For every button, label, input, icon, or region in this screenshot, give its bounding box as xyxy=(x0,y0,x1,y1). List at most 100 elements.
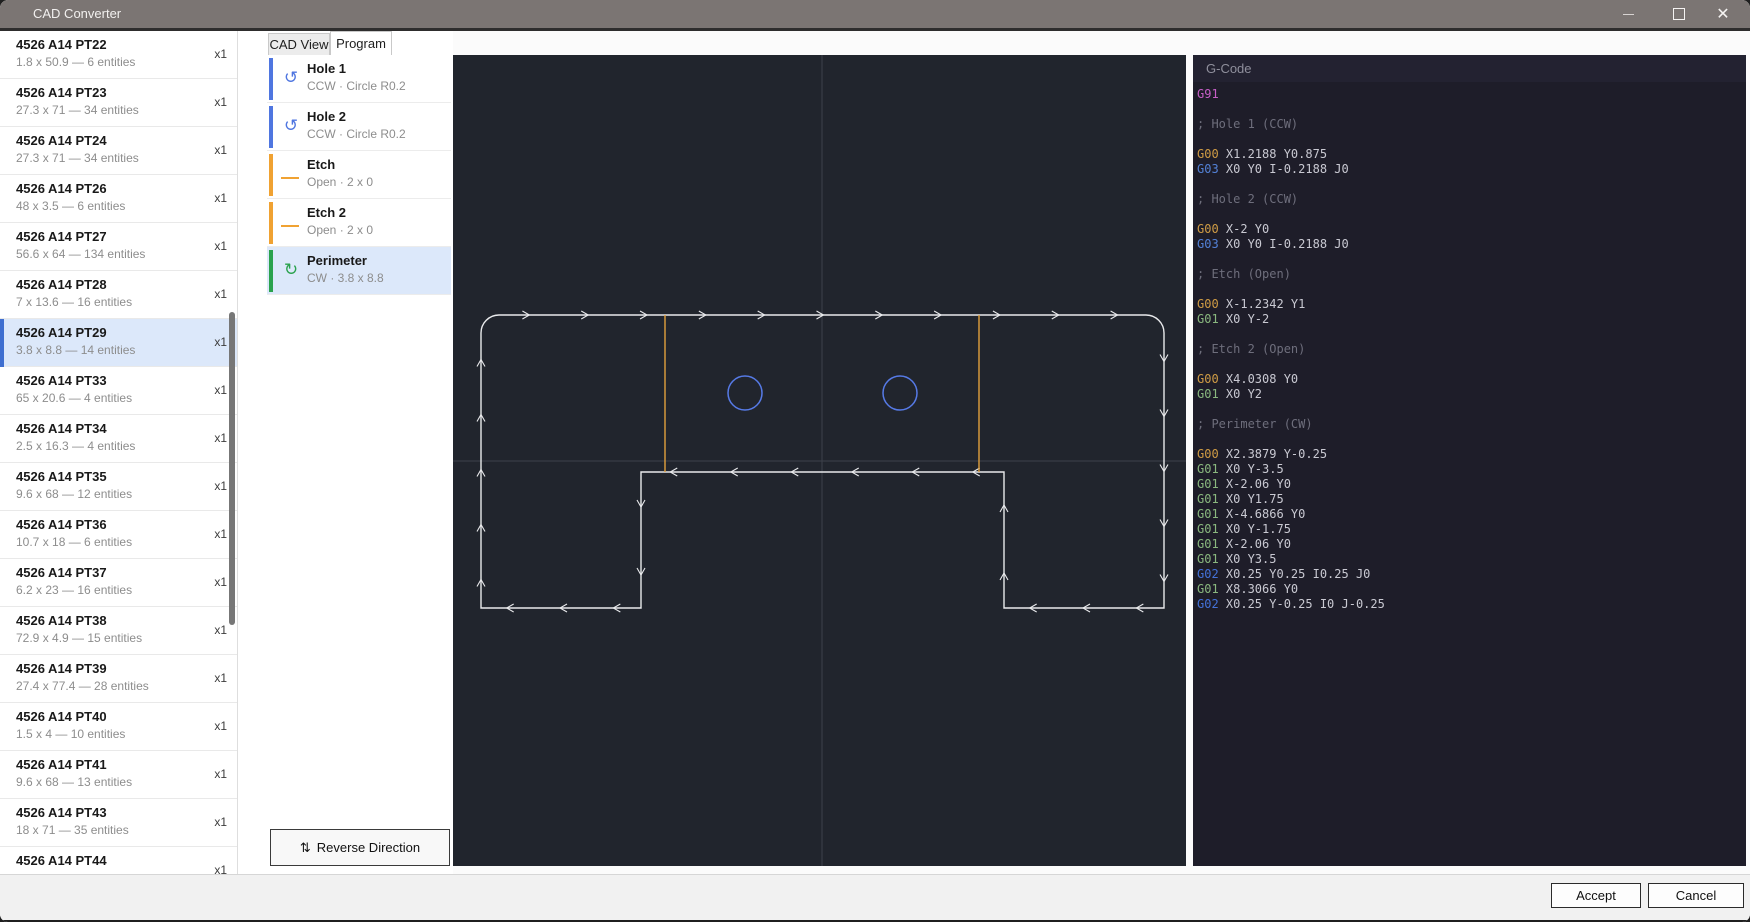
part-dims: 10.7 x 18 — 6 entities xyxy=(16,535,132,549)
gcode-panel-title: G-Code xyxy=(1193,55,1746,82)
part-list-item[interactable]: 4526 A14 PT221.8 x 50.9 — 6 entitiesx1 xyxy=(0,31,237,79)
gcode-line: ; Etch 2 (Open) xyxy=(1197,342,1746,357)
part-name: 4526 A14 PT44 xyxy=(16,853,107,868)
part-name: 4526 A14 PT22 xyxy=(16,37,107,52)
operation-item[interactable]: ↺ Hole 2 CCW · Circle R0.2 xyxy=(267,103,451,151)
gcode-line: G02 X0.25 Y0.25 I0.25 J0 xyxy=(1197,567,1746,582)
part-list-item[interactable]: 4526 A14 PT342.5 x 16.3 — 4 entitiesx1 xyxy=(0,415,237,463)
gcode-panel: G-Code G91 ; Hole 1 (CCW) G00 X1.2188 Y0… xyxy=(1193,55,1746,866)
app-window: CAD Converter ✕ 4526 A14 PT221.8 x 50.9 … xyxy=(0,0,1750,922)
part-qty-badge: x1 xyxy=(214,287,227,301)
cancel-button[interactable]: Cancel xyxy=(1648,883,1744,908)
gcode-line: G01 X8.3066 Y0 xyxy=(1197,582,1746,597)
part-qty-badge: x1 xyxy=(214,527,227,541)
part-list-item[interactable]: 4526 A14 PT3927.4 x 77.4 — 28 entitiesx1 xyxy=(0,655,237,703)
op-name: Hole 1 xyxy=(307,61,346,76)
part-list-item[interactable]: 4526 A14 PT401.5 x 4 — 10 entitiesx1 xyxy=(0,703,237,751)
part-name: 4526 A14 PT23 xyxy=(16,85,107,100)
part-qty-badge: x1 xyxy=(214,575,227,589)
gcode-line: G01 X0 Y-3.5 xyxy=(1197,462,1746,477)
op-detail: CCW · Circle R0.2 xyxy=(307,127,406,141)
tab-cad-view[interactable]: CAD View xyxy=(268,33,330,55)
gcode-line: G01 X-2.06 Y0 xyxy=(1197,537,1746,552)
part-list-item[interactable]: 4526 A14 PT3365 x 20.6 — 4 entitiesx1 xyxy=(0,367,237,415)
op-accent-bar xyxy=(269,154,273,196)
part-list-item[interactable]: 4526 A14 PT2427.3 x 71 — 34 entitiesx1 xyxy=(0,127,237,175)
part-qty-badge: x1 xyxy=(214,767,227,781)
part-name: 4526 A14 PT38 xyxy=(16,613,107,628)
rotate-ccw-icon: ↺ xyxy=(281,68,301,88)
titlebar[interactable]: CAD Converter ✕ xyxy=(0,0,1750,28)
etch-line-icon xyxy=(281,177,299,179)
part-name: 4526 A14 PT34 xyxy=(16,421,107,436)
part-qty-badge: x1 xyxy=(214,95,227,109)
close-button[interactable]: ✕ xyxy=(1700,0,1746,28)
part-dims: 9.6 x 68 — 12 entities xyxy=(16,487,132,501)
footer-bar: Accept Cancel xyxy=(0,874,1750,922)
part-list-item[interactable]: 4526 A14 PT376.2 x 23 — 16 entitiesx1 xyxy=(0,559,237,607)
part-name: 4526 A14 PT26 xyxy=(16,181,107,196)
operation-item[interactable]: ↺Hole 1CCW · Circle R0.2 xyxy=(267,55,451,103)
part-dims: 48 x 3.5 — 6 entities xyxy=(16,199,125,213)
part-list-item[interactable]: 4526 A14 PT28 7 x 13.6 — 16 entities x1 xyxy=(0,271,237,319)
operation-item[interactable]: ↻PerimeterCW · 3.8 x 8.8 xyxy=(267,247,451,295)
part-list-item[interactable]: 4526 A14 PT41 9.6 x 68 — 13 entities x1 xyxy=(0,751,237,799)
part-qty-badge: x1 xyxy=(214,143,227,157)
part-list-item[interactable]: 4526 A14 PT4318 x 71 — 35 entitiesx1 xyxy=(0,799,237,847)
part-list-item[interactable]: 4526 A14 PT3872.9 x 4.9 — 15 entitiesx1 xyxy=(0,607,237,655)
gcode-line xyxy=(1197,327,1746,342)
part-name: 4526 A14 PT24 xyxy=(16,133,107,148)
part-qty-badge: x1 xyxy=(214,815,227,829)
part-list-item[interactable]: 4526 A14 PT2756.6 x 64 — 134 entitiesx1 xyxy=(0,223,237,271)
part-qty-badge: x1 xyxy=(214,623,227,637)
part-qty-badge: x1 xyxy=(214,47,227,61)
cad-canvas[interactable] xyxy=(453,55,1186,866)
operations-list: ↺ Hole 1 CCW · Circle R0.2↺ Hole 2 CCW · Cir… xyxy=(267,55,451,295)
gcode-line: G01 X0 Y1.75 xyxy=(1197,492,1746,507)
part-dims: 3.8 x 8.8 — 14 entities xyxy=(16,343,135,357)
op-name: Hole 2 xyxy=(307,109,346,124)
part-list-item[interactable]: 4526 A14 PT26 48 x 3.5 — 6 entities x1 xyxy=(0,175,237,223)
part-dims: 27.4 x 77.4 — 28 entities xyxy=(16,679,149,693)
minimize-button[interactable] xyxy=(1605,0,1651,28)
part-dims: 9.6 x 68 — 13 entities xyxy=(16,775,132,789)
op-detail: CW · 3.8 x 8.8 xyxy=(307,271,384,285)
operation-item[interactable]: Etch 2Open · 2 x 0 xyxy=(267,199,451,247)
part-list-item[interactable]: 4526 A14 PT293.8 x 8.8 — 14 entitiesx1 xyxy=(0,319,237,367)
maximize-button[interactable] xyxy=(1656,0,1702,28)
cad-drawing xyxy=(453,55,1186,866)
reverse-direction-button[interactable]: ⇅ Reverse Direction xyxy=(270,829,450,866)
sidebar-scrollbar-thumb[interactable] xyxy=(229,312,235,625)
part-dims: 6.2 x 23 — 16 entities xyxy=(16,583,132,597)
gcode-line xyxy=(1197,132,1746,147)
tab-program[interactable]: Program xyxy=(330,31,392,55)
part-name: 4526 A14 PT41 xyxy=(16,757,107,772)
gcode-line: G00 X2.3879 Y-0.25 xyxy=(1197,447,1746,462)
gcode-line: G01 X0 Y-2 xyxy=(1197,312,1746,327)
hole-circle xyxy=(728,376,762,410)
part-name: 4526 A14 PT27 xyxy=(16,229,107,244)
gcode-line: G00 X-2 Y0 xyxy=(1197,222,1746,237)
gcode-line: G01 X0 Y3.5 xyxy=(1197,552,1746,567)
gcode-line: G02 X0.25 Y-0.25 I0 J-0.25 xyxy=(1197,597,1746,612)
part-qty-badge: x1 xyxy=(214,191,227,205)
etch-line-icon xyxy=(281,225,299,227)
operation-item[interactable]: EtchOpen · 2 x 0 xyxy=(267,151,451,199)
op-accent-bar xyxy=(269,250,273,292)
gcode-line: G01 X0 Y-1.75 xyxy=(1197,522,1746,537)
maximize-icon xyxy=(1673,8,1685,20)
gcode-line xyxy=(1197,402,1746,417)
part-list-item[interactable]: 4526 A14 PT359.6 x 68 — 12 entitiesx1 xyxy=(0,463,237,511)
gcode-line: G01 X-2.06 Y0 xyxy=(1197,477,1746,492)
part-list-item[interactable]: 4526 A14 PT3610.7 x 18 — 6 entitiesx1 xyxy=(0,511,237,559)
gcode-line xyxy=(1197,252,1746,267)
rotate-ccw-icon: ↺ xyxy=(281,116,301,136)
part-name: 4526 A14 PT28 xyxy=(16,277,107,292)
accept-button[interactable]: Accept xyxy=(1551,883,1641,908)
gcode-line xyxy=(1197,102,1746,117)
part-list-item[interactable]: 4526 A14 PT2327.3 x 71 — 34 entitiesx1 xyxy=(0,79,237,127)
part-qty-badge: x1 xyxy=(214,479,227,493)
part-name: 4526 A14 PT33 xyxy=(16,373,107,388)
part-dims: 7 x 13.6 — 16 entities xyxy=(16,295,132,309)
part-qty-badge: x1 xyxy=(214,335,227,349)
